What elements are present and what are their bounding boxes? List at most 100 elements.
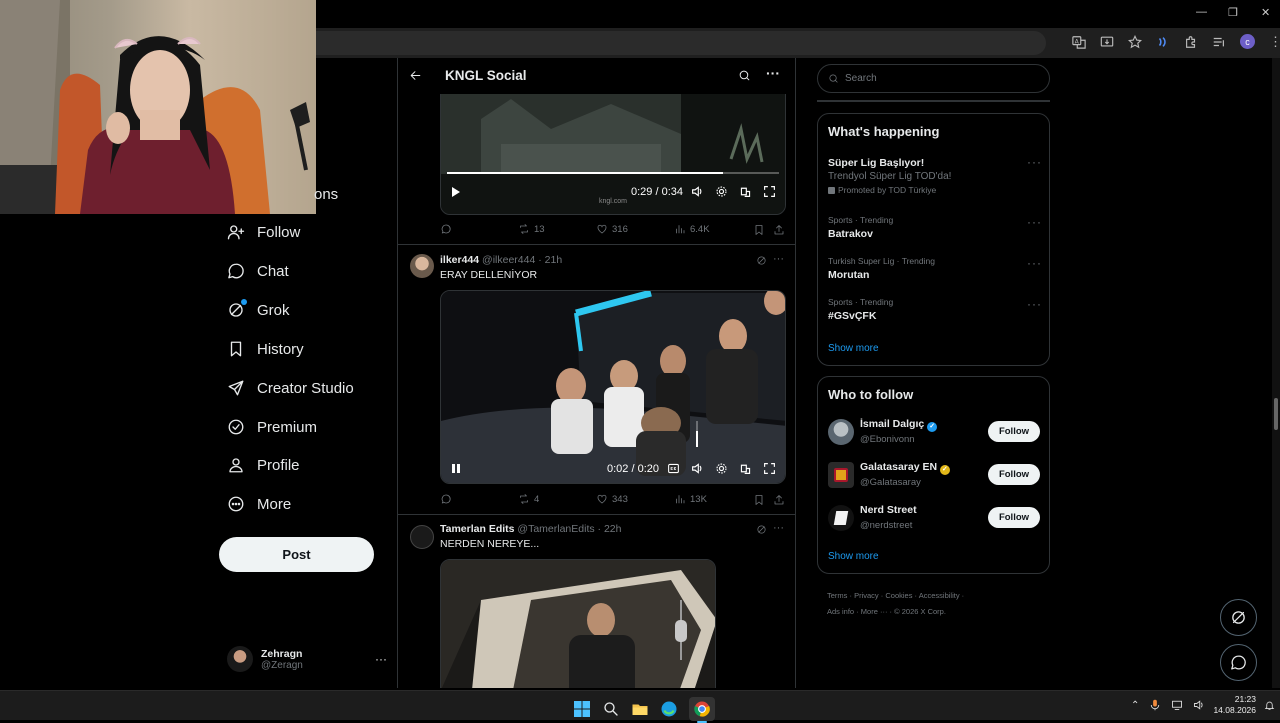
fullscreen-icon[interactable]	[763, 185, 776, 198]
post-button[interactable]: Post	[219, 537, 374, 572]
fullscreen-icon[interactable]	[763, 462, 776, 475]
tweet-1-avatar[interactable]	[410, 254, 434, 278]
reply-button[interactable]	[440, 223, 456, 235]
nav-history[interactable]: History	[227, 332, 304, 366]
like-button[interactable]: 316	[596, 223, 628, 235]
grok-floating-button[interactable]	[1220, 599, 1257, 636]
settings-gear-icon[interactable]	[715, 462, 728, 475]
repost-button[interactable]: 13	[518, 223, 545, 235]
search-icon[interactable]	[602, 700, 620, 718]
tray-overflow-icon[interactable]: ⌃	[1131, 700, 1139, 711]
trend-more-icon[interactable]: ···	[1027, 155, 1042, 169]
tweet-2-more-icon[interactable]: ···	[773, 522, 784, 534]
address-bar[interactable]	[316, 31, 1046, 55]
network-icon[interactable]	[1171, 699, 1183, 711]
volume-slider-track[interactable]	[696, 421, 698, 447]
follow-suggestion[interactable]: Galatasaray EN ✓ @Galatasaray Follow	[828, 460, 1041, 490]
scrollbar-thumb[interactable]	[1274, 398, 1278, 430]
footer-privacy-link[interactable]: Privacy	[854, 591, 879, 600]
tweet-2-author[interactable]: Tamerlan Edits	[440, 523, 515, 535]
search-input[interactable]: Search	[845, 73, 877, 84]
footer-cookies-link[interactable]: Cookies	[885, 591, 912, 600]
volume-icon[interactable]	[691, 462, 704, 475]
extension-wave-icon[interactable]	[1156, 35, 1170, 49]
volume-icon[interactable]	[691, 185, 704, 198]
footer-terms-link[interactable]: Terms	[827, 591, 847, 600]
settings-gear-icon[interactable]	[715, 185, 728, 198]
follow-button[interactable]: Follow	[988, 421, 1040, 442]
views-button[interactable]: 13K	[674, 493, 707, 505]
trend-item[interactable]: Sports · Trending Batrakov	[828, 215, 893, 240]
grok-explain-icon[interactable]	[756, 255, 767, 266]
tweet-2-image[interactable]	[440, 559, 716, 688]
trend-item[interactable]: Turkish Super Lig · Trending Morutan	[828, 256, 935, 281]
extensions-puzzle-icon[interactable]	[1184, 35, 1198, 49]
install-app-icon[interactable]	[1100, 35, 1114, 49]
speaker-icon[interactable]	[1193, 699, 1205, 711]
taskbar-clock[interactable]: 21:23 14.08.2026	[1206, 694, 1256, 716]
chrome-taskbar-button[interactable]	[689, 697, 715, 723]
footer-ads-link[interactable]: Ads info	[827, 607, 854, 616]
follow-button[interactable]: Follow	[988, 507, 1040, 528]
microphone-icon[interactable]	[1149, 699, 1161, 711]
trend-more-icon[interactable]: ···	[1027, 297, 1042, 311]
tweet-1-author[interactable]: ilker444	[440, 254, 479, 266]
happening-show-more[interactable]: Show more	[828, 343, 879, 354]
page-scrollbar[interactable]	[1272, 58, 1280, 688]
nav-premium[interactable]: Premium	[227, 410, 317, 444]
views-button[interactable]: 6.4K	[674, 223, 710, 235]
back-arrow-icon[interactable]	[409, 69, 422, 82]
video-progress-track[interactable]	[447, 172, 779, 174]
footer-accessibility-link[interactable]: Accessibility	[919, 591, 960, 600]
account-menu-icon[interactable]: ···	[375, 652, 387, 666]
bookmark-star-icon[interactable]	[1128, 34, 1142, 49]
nav-profile[interactable]: Profile	[227, 448, 300, 482]
captions-icon[interactable]	[667, 462, 680, 475]
trend-more-icon[interactable]: ···	[1027, 215, 1042, 229]
maximize-button[interactable]: ❐	[1228, 6, 1238, 19]
windows-start-icon[interactable]	[573, 700, 591, 718]
notification-bell-icon[interactable]	[1264, 700, 1275, 711]
share-icon[interactable]	[773, 494, 785, 506]
tweet-1-handle[interactable]: @ilkeer444	[482, 254, 535, 266]
tweet-2-handle[interactable]: @TamerlanEdits	[517, 523, 594, 535]
tweet-1-time[interactable]: 21h	[545, 254, 563, 266]
close-window-button[interactable]: ✕	[1261, 6, 1270, 19]
edge-browser-icon[interactable]	[660, 700, 678, 718]
bookmark-action-icon[interactable]	[753, 494, 765, 506]
tweet-2-time[interactable]: 22h	[604, 523, 622, 535]
promoted-trend[interactable]: Süper Lig Başlıyor! Trendyol Süper Lig T…	[828, 157, 951, 195]
profile-avatar[interactable]: c	[1240, 34, 1255, 49]
grok-explain-icon[interactable]	[756, 524, 767, 535]
follow-show-more[interactable]: Show more	[828, 551, 879, 562]
like-button[interactable]: 343	[596, 493, 628, 505]
messages-floating-button[interactable]	[1220, 644, 1257, 681]
follow-button[interactable]: Follow	[988, 464, 1040, 485]
nav-chat[interactable]: Chat	[227, 254, 289, 288]
trend-more-icon[interactable]: ···	[1027, 256, 1042, 270]
footer-more-link[interactable]: More ···	[861, 607, 888, 616]
minimize-button[interactable]: —	[1196, 6, 1207, 18]
header-more-icon[interactable]: ···	[766, 65, 780, 81]
search-box[interactable]: Search	[817, 64, 1050, 93]
nav-more[interactable]: More	[227, 487, 291, 521]
search-icon[interactable]	[738, 69, 751, 82]
picture-in-picture-icon[interactable]	[739, 462, 752, 475]
translate-icon[interactable]: A	[1072, 35, 1086, 49]
account-switcher[interactable]: Zehragn @Zeragn ···	[227, 643, 387, 675]
trend-item[interactable]: Sports · Trending #GSvÇFK	[828, 297, 893, 322]
browser-menu-icon[interactable]: ⋮	[1269, 35, 1280, 48]
tweet-2-avatar[interactable]	[410, 525, 434, 549]
pause-icon[interactable]	[451, 463, 461, 474]
share-icon[interactable]	[773, 224, 785, 236]
tweet-1-more-icon[interactable]: ···	[773, 253, 784, 265]
picture-in-picture-icon[interactable]	[739, 185, 752, 198]
follow-suggestion[interactable]: İsmail Dalgıç ✓ @Ebonivonn Follow	[828, 417, 1041, 447]
nav-follow[interactable]: Follow	[227, 215, 300, 249]
file-explorer-icon[interactable]	[631, 700, 649, 718]
nav-creator-studio[interactable]: Creator Studio	[227, 371, 354, 405]
nav-partial-notifications[interactable]: ons	[314, 186, 338, 203]
media-control-icon[interactable]	[1212, 35, 1226, 49]
nav-grok[interactable]: Grok	[227, 293, 290, 327]
bookmark-action-icon[interactable]	[753, 224, 765, 236]
